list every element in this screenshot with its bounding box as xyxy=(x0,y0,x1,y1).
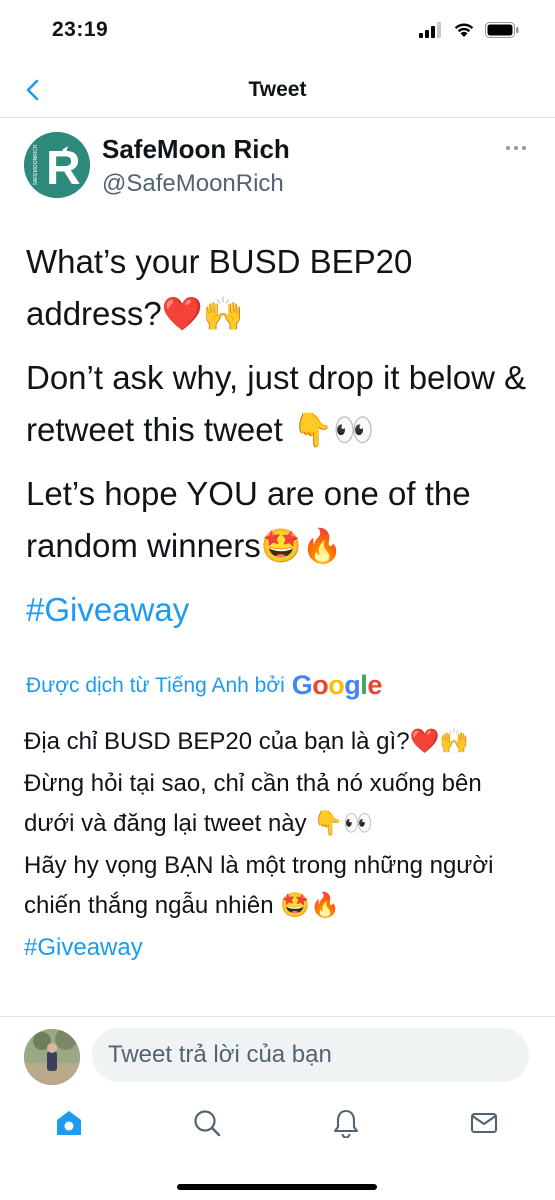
author-handle[interactable]: @SafeMoonRich xyxy=(102,170,284,198)
google-logo: Google xyxy=(291,670,383,700)
tweet-paragraph: Let’s hope YOU are one of the random win… xyxy=(26,475,471,564)
translated-paragraph: Hãy hy vọng BẠN là một trong những người… xyxy=(24,852,494,919)
reply-bar xyxy=(0,1016,555,1094)
wifi-icon xyxy=(454,23,474,37)
battery-icon xyxy=(485,22,519,38)
translated-paragraph: Địa chỉ BUSD BEP20 của bạn là gì?❤️🙌 xyxy=(24,728,470,755)
status-icons xyxy=(419,22,519,38)
page-title: Tweet xyxy=(248,78,307,101)
author-avatar[interactable]: R SAFEMOONRICH xyxy=(24,132,90,198)
tweet-author: R SAFEMOONRICH SafeMoon Rich @SafeMoonRi… xyxy=(24,132,534,204)
search-icon xyxy=(194,1110,221,1137)
translated-paragraph: Đừng hỏi tại sao, chỉ cần thả nó xuống b… xyxy=(24,770,482,837)
translated-text: Địa chỉ BUSD BEP20 của bạn là gì?❤️🙌 Đừn… xyxy=(24,722,534,970)
tab-messages[interactable] xyxy=(467,1106,501,1140)
safemoon-logo: R SAFEMOONRICH xyxy=(24,132,90,198)
notifications-icon xyxy=(333,1109,359,1138)
messages-icon xyxy=(470,1112,498,1134)
user-avatar[interactable] xyxy=(24,1029,80,1085)
tweet-text: What’s your BUSD BEP20 address?❤️🙌 Don’t… xyxy=(26,236,531,648)
tab-home[interactable] xyxy=(52,1106,86,1140)
reply-input[interactable] xyxy=(92,1028,529,1082)
more-options-icon[interactable] xyxy=(506,142,530,154)
svg-text:SAFEMOONRICH: SAFEMOONRICH xyxy=(33,144,39,185)
tab-bar xyxy=(0,1096,555,1156)
tab-search[interactable] xyxy=(190,1106,224,1140)
home-indicator xyxy=(177,1184,377,1190)
signal-icon xyxy=(419,22,441,38)
status-time: 23:19 xyxy=(52,18,109,41)
tweet-paragraph: What’s your BUSD BEP20 address?❤️🙌 xyxy=(26,243,413,332)
tweet-paragraph: Don’t ask why, just drop it below & retw… xyxy=(26,359,527,448)
translation-credit[interactable]: Được dịch từ Tiếng Anh bởi Google xyxy=(26,670,382,701)
translation-credit-label: Được dịch từ Tiếng Anh bởi xyxy=(26,673,285,697)
user-photo xyxy=(24,1029,80,1085)
status-bar: 23:19 xyxy=(0,0,555,62)
author-name[interactable]: SafeMoon Rich xyxy=(102,134,290,165)
tab-notifications[interactable] xyxy=(329,1106,363,1140)
home-icon xyxy=(57,1111,81,1135)
hashtag-link[interactable]: #Giveaway xyxy=(26,591,189,628)
translated-hashtag-link[interactable]: #Giveaway xyxy=(24,934,143,961)
nav-header: Tweet xyxy=(0,62,555,118)
